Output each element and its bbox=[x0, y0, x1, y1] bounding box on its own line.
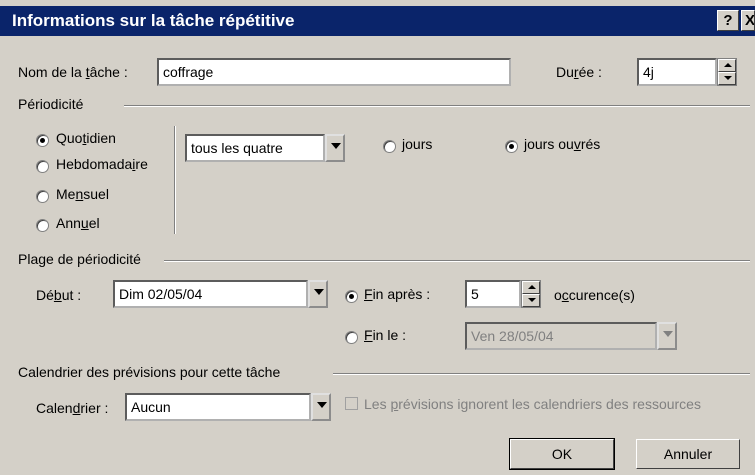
radio-hebdomadaire-label: Hebdomadaire bbox=[56, 156, 148, 172]
ok-button[interactable]: OK bbox=[509, 438, 615, 470]
radio-jours-ouvres-label: jours ouvrés bbox=[524, 136, 601, 152]
calendar-dropdown-button[interactable] bbox=[311, 393, 331, 421]
duration-spinner[interactable] bbox=[717, 58, 737, 86]
spin-up-icon[interactable] bbox=[718, 59, 736, 72]
start-date-dropdown-button[interactable] bbox=[308, 280, 328, 308]
radio-mensuel-label: Mensuel bbox=[56, 186, 109, 202]
periodicity-group-label: Périodicité bbox=[18, 96, 84, 112]
radio-fin-apres[interactable] bbox=[345, 290, 358, 303]
duration-input[interactable]: 4j bbox=[637, 58, 717, 86]
occurrences-input[interactable]: 5 bbox=[465, 280, 521, 308]
ignore-resource-calendars-checkbox[interactable] bbox=[345, 397, 358, 410]
spin-down-icon[interactable] bbox=[718, 72, 736, 85]
radio-fin-le[interactable] bbox=[345, 331, 358, 344]
calendar-label: Calendrier : bbox=[36, 400, 109, 416]
calendar-separator bbox=[333, 373, 750, 375]
calendar-select[interactable]: Aucun bbox=[125, 393, 311, 421]
end-date-dropdown-button[interactable] bbox=[657, 322, 677, 350]
dialog-title: Informations sur la tâche répétitive bbox=[12, 11, 295, 30]
ignore-resource-calendars-label: Les prévisions ignorent les calendriers … bbox=[364, 396, 701, 412]
periodicity-separator bbox=[124, 105, 750, 107]
calendar-group-label: Calendrier des prévisions pour cette tâc… bbox=[18, 364, 281, 380]
range-separator bbox=[164, 260, 750, 262]
end-date-input[interactable]: Ven 28/05/04 bbox=[465, 322, 657, 350]
start-label: Début : bbox=[36, 287, 82, 303]
spin-down-icon[interactable] bbox=[522, 294, 540, 307]
help-button[interactable]: ? bbox=[717, 10, 739, 31]
periodicity-vertical-separator bbox=[174, 126, 176, 234]
spin-up-icon[interactable] bbox=[522, 281, 540, 294]
cancel-button[interactable]: Annuler bbox=[636, 439, 740, 469]
radio-quotidien-label: Quotidien bbox=[56, 130, 116, 146]
radio-quotidien[interactable] bbox=[36, 134, 49, 147]
frequency-dropdown-button[interactable] bbox=[325, 134, 345, 162]
radio-jours-ouvres[interactable] bbox=[505, 140, 518, 153]
radio-annuel-label: Annuel bbox=[56, 215, 100, 231]
radio-jours-label: jours bbox=[402, 136, 433, 152]
radio-mensuel[interactable] bbox=[36, 190, 49, 203]
radio-hebdomadaire[interactable] bbox=[36, 160, 49, 173]
occurrences-label: occurence(s) bbox=[554, 287, 635, 303]
task-name-label: Nom de la tâche : bbox=[18, 64, 128, 80]
task-name-input[interactable]: coffrage bbox=[157, 58, 511, 86]
occurrences-spinner[interactable] bbox=[521, 280, 541, 308]
radio-fin-le-label: Fin le : bbox=[364, 327, 407, 343]
range-group-label: Plage de périodicité bbox=[18, 251, 141, 267]
start-date-input[interactable]: Dim 02/05/04 bbox=[113, 280, 308, 308]
duration-label: Durée : bbox=[556, 64, 602, 80]
close-button[interactable]: X bbox=[741, 10, 755, 31]
radio-annuel[interactable] bbox=[36, 219, 49, 232]
radio-jours[interactable] bbox=[383, 140, 396, 153]
radio-fin-apres-label: Fin après : bbox=[364, 286, 431, 302]
frequency-select[interactable]: tous les quatre bbox=[185, 134, 325, 162]
